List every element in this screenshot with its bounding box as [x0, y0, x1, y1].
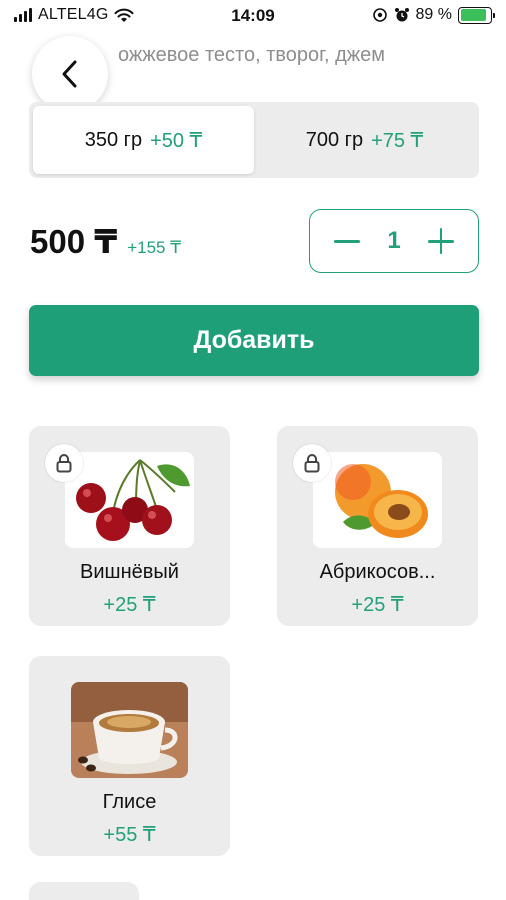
- back-button[interactable]: [32, 36, 108, 112]
- add-to-cart-button[interactable]: Добавить: [29, 305, 479, 376]
- rotation-lock-icon: [372, 8, 387, 22]
- minus-icon: [334, 240, 360, 243]
- topping-name: Абрикосов...: [319, 561, 436, 583]
- topping-card-cherry[interactable]: Вишнёвый +25 ₸: [29, 426, 230, 626]
- size-extra: +75 ₸: [371, 129, 424, 152]
- topping-card-glace[interactable]: Глисе +55 ₸: [29, 656, 230, 856]
- size-label: 350 гр: [84, 128, 143, 151]
- size-selector: 350 гр +50 ₸ 700 гр +75 ₸: [29, 102, 479, 178]
- size-label: 700 гр: [305, 128, 364, 151]
- decrement-button[interactable]: [332, 226, 362, 256]
- quantity-stepper: 1: [309, 209, 479, 273]
- price-block: 500 ₸ +155 ₸: [30, 222, 181, 261]
- lock-icon: [45, 444, 83, 482]
- size-extra: +50 ₸: [150, 129, 203, 152]
- coffee-cup-image: [71, 682, 188, 778]
- product-description: ожжевое тесто, творог, джем: [118, 44, 386, 66]
- price-value: 500 ₸: [30, 223, 118, 260]
- battery-icon: [458, 6, 495, 24]
- price-extra: +155 ₸: [127, 238, 182, 257]
- topping-card-apricot[interactable]: Абрикосов... +25 ₸: [277, 426, 478, 626]
- topping-card-partial[interactable]: [29, 882, 139, 900]
- increment-button[interactable]: [426, 226, 456, 256]
- quantity-value: 1: [387, 227, 401, 254]
- topping-name: Вишнёвый: [80, 561, 179, 583]
- chevron-left-icon: [62, 60, 77, 88]
- status-bar: ALTEL4G 14:09 89 %: [0, 0, 506, 34]
- size-option-350[interactable]: 350 гр +50 ₸: [33, 106, 254, 174]
- alarm-icon: [394, 8, 409, 22]
- topping-name: Глисе: [102, 791, 157, 813]
- topping-price: +55 ₸: [103, 824, 156, 846]
- status-right: 89 %: [372, 6, 495, 24]
- topping-price: +25 ₸: [351, 594, 404, 616]
- apricot-image: [313, 452, 442, 548]
- cherry-image: [65, 452, 194, 548]
- size-option-700[interactable]: 700 гр +75 ₸: [254, 106, 475, 174]
- lock-icon: [293, 444, 331, 482]
- battery-percent: 89 %: [415, 6, 452, 23]
- topping-price: +25 ₸: [103, 594, 156, 616]
